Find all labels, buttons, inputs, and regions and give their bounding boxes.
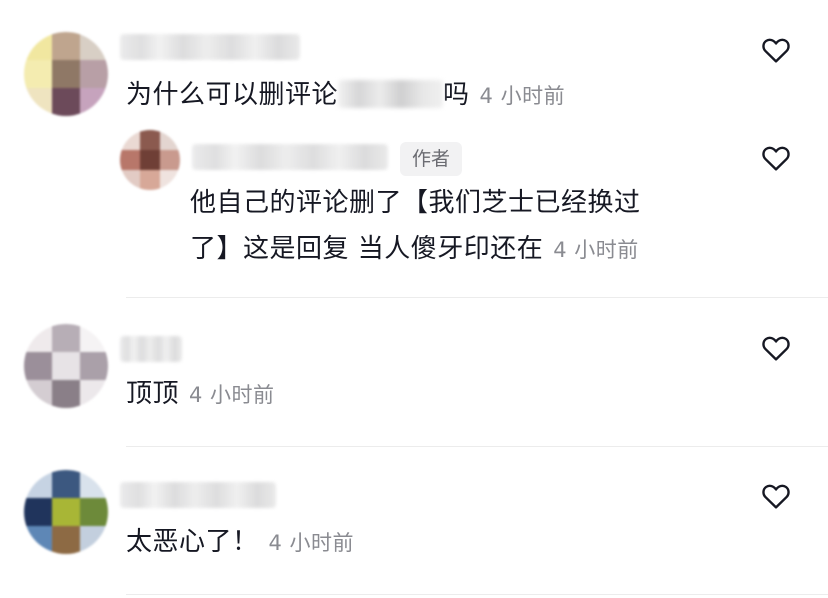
comment-time: 4 小时前 (479, 84, 566, 108)
comment-time: 4 小时前 (553, 238, 639, 262)
comment-time: 4 小时前 (268, 531, 355, 555)
comment-text: 为什么可以删评论 吗 4 小时前 (126, 72, 565, 119)
username[interactable] (192, 144, 388, 170)
comment-text-part: 太恶心了！ (126, 527, 259, 557)
avatar[interactable] (120, 130, 180, 190)
comment-text-part: 为什么可以删评论 (126, 80, 339, 110)
divider (126, 446, 828, 447)
comment-text-part: 顶顶 (126, 379, 180, 409)
comment-text-part: 了】这是回复 当人傻牙印还在 (190, 234, 544, 264)
heart-outline-icon[interactable] (760, 142, 792, 174)
avatar[interactable] (24, 470, 108, 554)
heart-outline-icon[interactable] (760, 480, 792, 512)
heart-outline-icon[interactable] (760, 34, 792, 66)
avatar[interactable] (24, 32, 108, 116)
username[interactable] (120, 336, 182, 362)
avatar[interactable] (24, 324, 108, 408)
comment-text: 他自己的评论删了【我们芝士已经换过 了】这是回复 当人傻牙印还在 4 小时前 (190, 180, 641, 273)
heart-outline-icon[interactable] (760, 332, 792, 364)
comment-text-part: 吗 (443, 80, 470, 110)
comment-text: 顶顶 4 小时前 (126, 371, 275, 418)
username[interactable] (120, 34, 300, 60)
comment-time: 4 小时前 (189, 383, 275, 407)
comment-text-line: 了】这是回复 当人傻牙印还在 4 小时前 (190, 226, 641, 273)
comment-text-line: 他自己的评论删了【我们芝士已经换过 (190, 188, 641, 218)
divider (126, 594, 828, 595)
author-badge: 作者 (400, 142, 463, 176)
redacted-text (338, 80, 444, 108)
username[interactable] (120, 482, 276, 508)
comment-text: 太恶心了！ 4 小时前 (126, 519, 354, 566)
divider (126, 297, 828, 298)
